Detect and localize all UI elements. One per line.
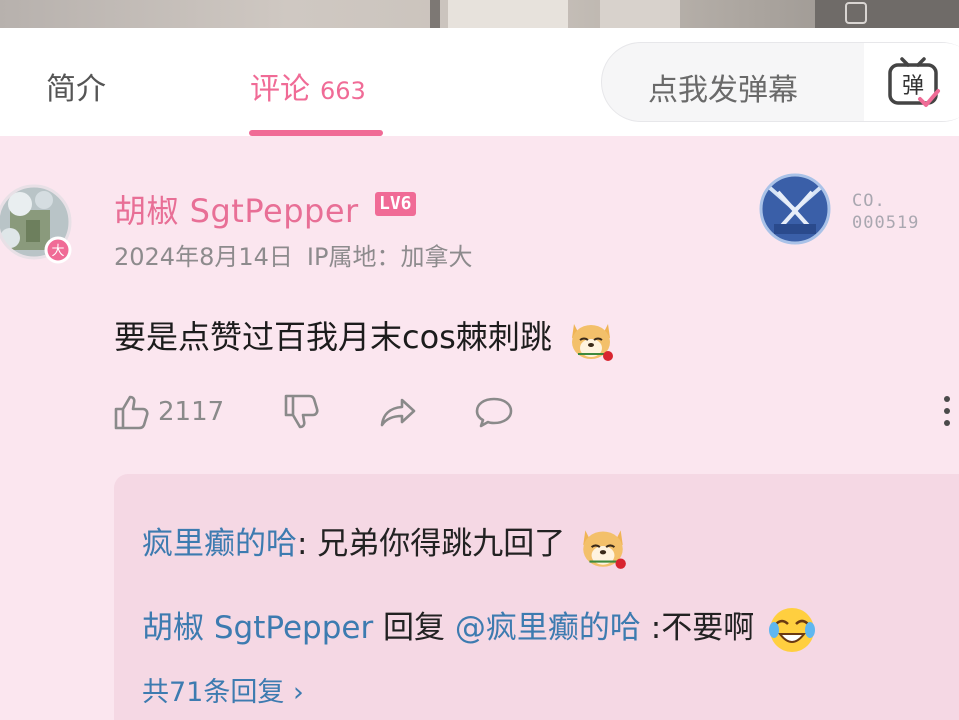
- dog-rose-emoji: [583, 529, 627, 569]
- danmaku-input[interactable]: 点我发弹幕 弹: [601, 42, 959, 122]
- like-icon: [114, 395, 149, 430]
- share-button[interactable]: [378, 390, 418, 434]
- comment-text: 要是点赞过百我月末cos棘刺跳: [114, 318, 552, 356]
- danmaku-icon: 弹: [888, 57, 940, 107]
- tab-comments[interactable]: 评论 663: [250, 64, 366, 108]
- avatar[interactable]: 大: [0, 180, 76, 266]
- view-all-replies-link[interactable]: 共71条回复 ›: [142, 670, 304, 709]
- danmaku-toggle-button[interactable]: 弹: [864, 43, 959, 121]
- more-icon[interactable]: [944, 396, 952, 432]
- like-count: 2117: [158, 397, 225, 427]
- active-tab-indicator: [249, 130, 383, 136]
- tab-bar: 简介 评论 663 点我发弹幕 弹: [0, 28, 959, 136]
- reply-author[interactable]: 胡椒 SgtPepper: [142, 610, 373, 646]
- reply-text: : 兄弟你得跳九回了: [297, 526, 566, 562]
- reply-text: :不要啊: [640, 610, 755, 646]
- dog-rose-emoji: [572, 324, 614, 361]
- comment-ip-location: IP属地：加拿大: [306, 243, 473, 271]
- dislike-icon: [284, 394, 319, 429]
- comment-username[interactable]: 胡椒 SgtPepper: [114, 186, 359, 232]
- comment-meta: 2024年8月14日 IP属地：加拿大: [114, 237, 472, 272]
- fan-label: CO.: [852, 191, 886, 211]
- replies-panel: 疯里癫的哈: 兄弟你得跳九回了 胡椒 SgtPepper 回复 @疯里癫的哈 :…: [114, 474, 959, 720]
- avatar-badge: 大: [51, 244, 64, 259]
- comment-content: 要是点赞过百我月末cos棘刺跳: [114, 312, 616, 364]
- comments-count: 663: [320, 77, 366, 105]
- crying-laugh-emoji: [769, 607, 816, 652]
- fan-number: CO. 000519: [852, 190, 919, 234]
- danmaku-placeholder: 点我发弹幕: [648, 73, 798, 108]
- tab-intro[interactable]: 简介: [46, 64, 106, 108]
- reply-mention[interactable]: @疯里癫的哈: [455, 610, 641, 646]
- danmaku-glyph: 弹: [902, 74, 924, 99]
- share-icon: [380, 398, 416, 427]
- video-player-strip[interactable]: [0, 0, 959, 28]
- reply-item[interactable]: 胡椒 SgtPepper 回复 @疯里癫的哈 :不要啊: [142, 602, 818, 656]
- fan-medal-icon[interactable]: [756, 170, 834, 248]
- reply-word: 回复: [373, 610, 455, 646]
- fan-number-value: 000519: [852, 213, 920, 233]
- tab-comments-label: 评论: [250, 72, 310, 107]
- comment-date: 2024年8月14日: [114, 243, 293, 271]
- dislike-button[interactable]: [282, 390, 322, 434]
- reply-author[interactable]: 疯里癫的哈: [142, 526, 297, 562]
- reply-icon: [475, 397, 513, 428]
- reply-button[interactable]: [474, 390, 514, 434]
- level-badge: LV6: [375, 192, 416, 216]
- like-button[interactable]: 2117: [112, 390, 224, 434]
- reply-item[interactable]: 疯里癫的哈: 兄弟你得跳九回了: [142, 518, 629, 572]
